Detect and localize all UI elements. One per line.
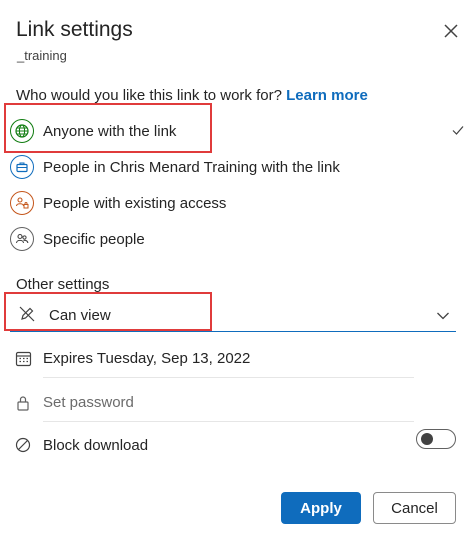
block-download-toggle[interactable] [416, 429, 456, 449]
block-icon [15, 437, 31, 458]
cancel-button[interactable]: Cancel [373, 492, 456, 524]
password-field[interactable]: Set password [10, 384, 414, 422]
option-people-in-org[interactable]: People in Chris Menard Training with the… [10, 150, 470, 184]
close-button[interactable] [440, 20, 462, 42]
checkmark-icon [451, 123, 465, 137]
expires-label: Expires Tuesday, Sep 13, 2022 [43, 350, 251, 367]
chevron-down-icon [436, 308, 450, 326]
dialog-subtitle: _training [17, 48, 67, 63]
block-download-setting: Block download [10, 427, 414, 465]
option-label: People in Chris Menard Training with the… [43, 158, 340, 176]
people-icon [10, 227, 34, 251]
people-lock-icon [10, 191, 34, 215]
option-existing-access[interactable]: People with existing access [10, 186, 470, 220]
highlight-box [4, 103, 212, 153]
option-specific-people[interactable]: Specific people [10, 222, 470, 256]
expires-setting[interactable]: Expires Tuesday, Sep 13, 2022 [10, 340, 414, 378]
other-settings-heading: Other settings [16, 276, 110, 293]
link-audience-question: Who would you like this link to work for… [16, 87, 368, 104]
dialog-title: Link settings [16, 18, 133, 41]
option-label: Specific people [43, 230, 145, 248]
option-label: People with existing access [43, 194, 227, 212]
close-icon [444, 24, 458, 38]
question-text: Who would you like this link to work for… [16, 87, 282, 104]
password-placeholder: Set password [43, 394, 134, 411]
toggle-knob [421, 433, 433, 445]
learn-more-link[interactable]: Learn more [286, 87, 368, 104]
block-download-label: Block download [43, 437, 149, 454]
calendar-icon [15, 350, 32, 372]
apply-button[interactable]: Apply [281, 492, 361, 524]
highlight-box [4, 292, 212, 331]
briefcase-icon [10, 155, 34, 179]
lock-icon [16, 395, 30, 416]
